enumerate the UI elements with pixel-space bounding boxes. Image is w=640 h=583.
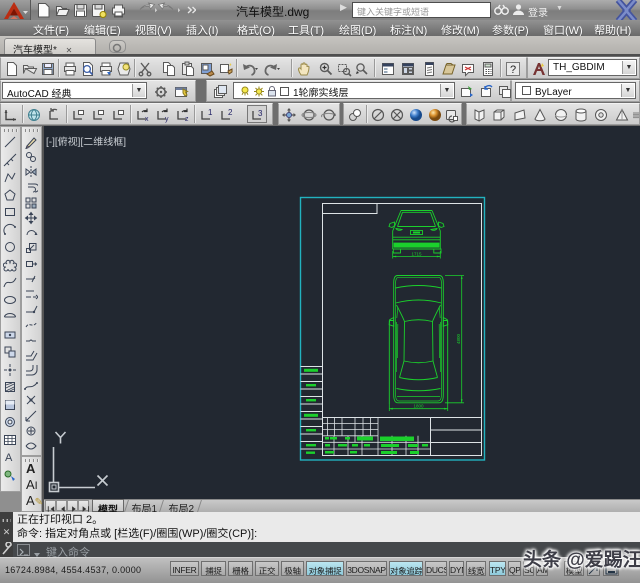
svg-text:1800: 1800	[413, 404, 424, 409]
svg-text:y: y	[165, 116, 169, 123]
svg-text:2: 2	[228, 108, 233, 117]
svg-text:x: x	[145, 116, 149, 123]
svg-text:A: A	[5, 452, 13, 464]
svg-text:?: ?	[510, 64, 516, 76]
svg-text:4800: 4800	[456, 333, 461, 344]
svg-text:3: 3	[258, 109, 263, 118]
svg-text:1: 1	[208, 108, 213, 117]
svg-text:z: z	[185, 116, 189, 123]
svg-text:1715: 1715	[411, 251, 422, 256]
